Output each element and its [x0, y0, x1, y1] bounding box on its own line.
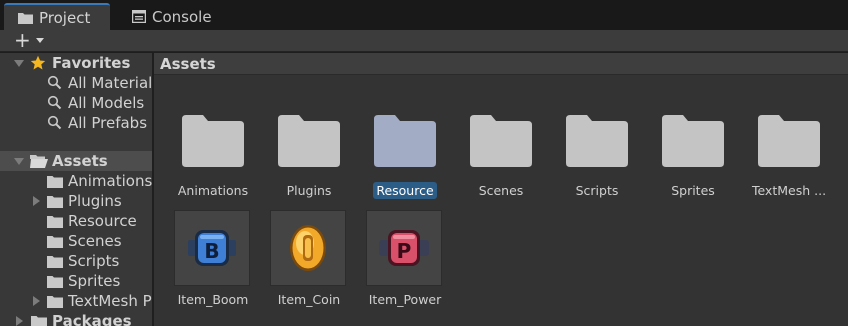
- tree-item-assets[interactable]: Assets: [0, 151, 152, 171]
- tree-label: TextMesh Pro: [68, 292, 152, 310]
- asset-item-power[interactable]: P Item_Power: [360, 210, 450, 310]
- console-icon: [132, 10, 146, 23]
- folder-icon: [47, 296, 63, 308]
- svg-text:B: B: [204, 239, 219, 263]
- folder-icon: [31, 316, 47, 326]
- tree-label: Assets: [52, 152, 108, 170]
- folder-icon: [648, 101, 738, 181]
- toolbar: +: [0, 30, 848, 52]
- star-icon: [30, 55, 46, 70]
- tree-item-all-prefabs[interactable]: All Prefabs: [0, 113, 152, 133]
- folder-item-sprites[interactable]: Sprites: [648, 101, 738, 201]
- tree-item-resource[interactable]: Resource: [0, 211, 152, 231]
- tree-label: Scripts: [68, 252, 120, 270]
- folder-name: Plugins: [286, 183, 332, 198]
- svg-text:P: P: [397, 239, 412, 263]
- asset-item-coin[interactable]: Item_Coin: [264, 210, 354, 310]
- chevron-down-icon[interactable]: [36, 38, 44, 43]
- tree-label: Sprites: [68, 272, 121, 290]
- asset-name: Item_Power: [368, 292, 442, 307]
- project-tree: Favorites All Materials All Models All P…: [0, 53, 152, 326]
- folder-icon: [47, 256, 63, 268]
- tree-item-scenes[interactable]: Scenes: [0, 231, 152, 251]
- search-icon: [47, 95, 62, 110]
- folder-icon: [264, 101, 354, 181]
- expand-arrow-icon[interactable]: [33, 196, 40, 206]
- breadcrumb: Assets: [154, 53, 848, 75]
- tree-item-animations[interactable]: Animations: [0, 171, 152, 191]
- folder-item-plugins[interactable]: Plugins: [264, 101, 354, 201]
- tree-label: Packages: [52, 312, 132, 326]
- folder-name: Resource: [354, 182, 456, 199]
- tab-console[interactable]: Console: [118, 3, 218, 30]
- folder-icon: [552, 101, 642, 181]
- open-folder-icon: [30, 155, 48, 168]
- folder-icon: [47, 276, 63, 288]
- tree-item-plugins[interactable]: Plugins: [0, 191, 152, 211]
- folder-name: Animations: [177, 183, 249, 198]
- tree-item-textmesh-pro[interactable]: TextMesh Pro: [0, 291, 152, 311]
- folder-name: TextMesh ...: [751, 183, 827, 198]
- asset-item-boom[interactable]: B Item_Boom: [168, 210, 258, 310]
- tree-label: Favorites: [52, 54, 131, 72]
- tab-project-label: Project: [39, 8, 91, 27]
- tree-label: Resource: [68, 212, 137, 230]
- folder-icon: [744, 101, 834, 181]
- folder-icon: [47, 176, 63, 188]
- boom-sprite-icon: B: [174, 210, 250, 286]
- folder-item-scripts[interactable]: Scripts: [552, 101, 642, 201]
- tab-bar: Project Console: [0, 0, 848, 30]
- folder-icon: [47, 216, 63, 228]
- coin-sprite-icon: [270, 210, 346, 286]
- folder-name: Scripts: [575, 183, 619, 198]
- folder-icon: [360, 101, 450, 181]
- folder-icon: [168, 101, 258, 181]
- folder-item-animations[interactable]: Animations: [168, 101, 258, 201]
- tree-label: All Materials: [68, 74, 152, 92]
- power-sprite-icon: P: [366, 210, 442, 286]
- folder-icon: [18, 12, 33, 24]
- folder-name: Scenes: [478, 183, 524, 198]
- tree-item-all-materials[interactable]: All Materials: [0, 73, 152, 93]
- folder-item-textmesh-pro[interactable]: TextMesh ...: [744, 101, 834, 201]
- tree-item-all-models[interactable]: All Models: [0, 93, 152, 113]
- folder-icon: [47, 196, 63, 208]
- create-button[interactable]: +: [14, 30, 31, 50]
- tree-item-sprites[interactable]: Sprites: [0, 271, 152, 291]
- tree-label: All Models: [68, 94, 145, 112]
- asset-browser: Assets Animations Plugins Resource Scene…: [154, 53, 848, 326]
- asset-name: Item_Boom: [177, 292, 249, 307]
- expand-arrow-icon[interactable]: [33, 296, 40, 306]
- search-icon: [47, 115, 62, 130]
- folder-item-scenes[interactable]: Scenes: [456, 101, 546, 201]
- tree-label: Animations: [68, 172, 152, 190]
- tab-project[interactable]: Project: [4, 3, 110, 30]
- folder-name: Sprites: [671, 183, 715, 198]
- folder-item-resource[interactable]: Resource: [360, 101, 450, 201]
- search-icon: [47, 75, 62, 90]
- tree-item-favorites[interactable]: Favorites: [0, 53, 152, 73]
- tab-console-label: Console: [152, 7, 212, 26]
- expand-arrow-icon[interactable]: [16, 316, 23, 326]
- folder-icon: [456, 101, 546, 181]
- tree-item-scripts[interactable]: Scripts: [0, 251, 152, 271]
- expand-arrow-icon[interactable]: [14, 60, 24, 67]
- tree-label: All Prefabs: [68, 114, 148, 132]
- tree-label: Scenes: [68, 232, 122, 250]
- asset-name: Item_Coin: [277, 292, 341, 307]
- tree-label: Plugins: [68, 192, 122, 210]
- breadcrumb-assets[interactable]: Assets: [160, 55, 216, 73]
- folder-icon: [47, 236, 63, 248]
- expand-arrow-icon[interactable]: [14, 158, 24, 165]
- tree-item-packages[interactable]: Packages: [0, 311, 152, 326]
